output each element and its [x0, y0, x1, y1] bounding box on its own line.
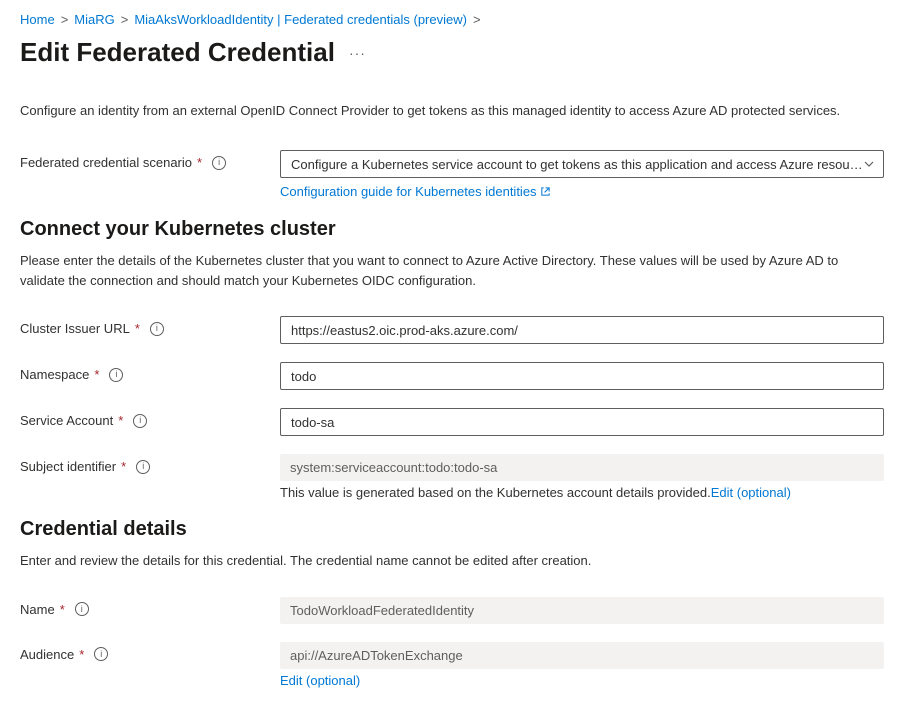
name-label: Name* i [20, 597, 280, 617]
issuer-input[interactable] [280, 316, 884, 344]
name-readonly: TodoWorkloadFederatedIdentity [280, 597, 884, 624]
breadcrumb-sep: > [121, 12, 129, 27]
connect-section-desc: Please enter the details of the Kubernet… [20, 251, 884, 290]
details-section-title: Credential details [20, 518, 884, 541]
subject-label: Subject identifier* i [20, 454, 280, 474]
scenario-select[interactable]: Configure a Kubernetes service account t… [280, 150, 884, 178]
more-actions-button[interactable]: ··· [349, 45, 366, 61]
info-icon[interactable]: i [150, 322, 164, 336]
info-icon[interactable]: i [133, 414, 147, 428]
namespace-label: Namespace* i [20, 362, 280, 382]
info-icon[interactable]: i [75, 602, 89, 616]
audience-readonly: api://AzureADTokenExchange [280, 642, 884, 669]
subject-readonly: system:serviceaccount:todo:todo-sa [280, 454, 884, 481]
config-guide-link[interactable]: Configuration guide for Kubernetes ident… [280, 184, 551, 199]
breadcrumb-rg[interactable]: MiaRG [74, 12, 114, 27]
info-icon[interactable]: i [136, 460, 150, 474]
page-intro: Configure an identity from an external O… [20, 102, 884, 120]
breadcrumb-sep: > [473, 12, 481, 27]
connect-section-title: Connect your Kubernetes cluster [20, 218, 884, 241]
page-title: Edit Federated Credential [20, 37, 335, 68]
service-account-label: Service Account* i [20, 408, 280, 428]
service-account-input[interactable] [280, 408, 884, 436]
scenario-select-value: Configure a Kubernetes service account t… [291, 157, 863, 172]
scenario-label: Federated credential scenario* i [20, 150, 280, 170]
breadcrumb: Home > MiaRG > MiaAksWorkloadIdentity | … [20, 12, 884, 27]
breadcrumb-home[interactable]: Home [20, 12, 55, 27]
chevron-down-icon [863, 158, 875, 170]
namespace-input[interactable] [280, 362, 884, 390]
info-icon[interactable]: i [212, 156, 226, 170]
info-icon[interactable]: i [94, 647, 108, 661]
details-section-desc: Enter and review the details for this cr… [20, 551, 884, 571]
subject-help: This value is generated based on the Kub… [280, 485, 884, 500]
breadcrumb-resource[interactable]: MiaAksWorkloadIdentity | Federated crede… [134, 12, 467, 27]
audience-edit-link[interactable]: Edit (optional) [280, 673, 360, 688]
info-icon[interactable]: i [109, 368, 123, 382]
external-link-icon [540, 185, 551, 200]
issuer-label: Cluster Issuer URL* i [20, 316, 280, 336]
subject-edit-link[interactable]: Edit (optional) [711, 485, 791, 500]
audience-label: Audience* i [20, 642, 280, 662]
breadcrumb-sep: > [61, 12, 69, 27]
